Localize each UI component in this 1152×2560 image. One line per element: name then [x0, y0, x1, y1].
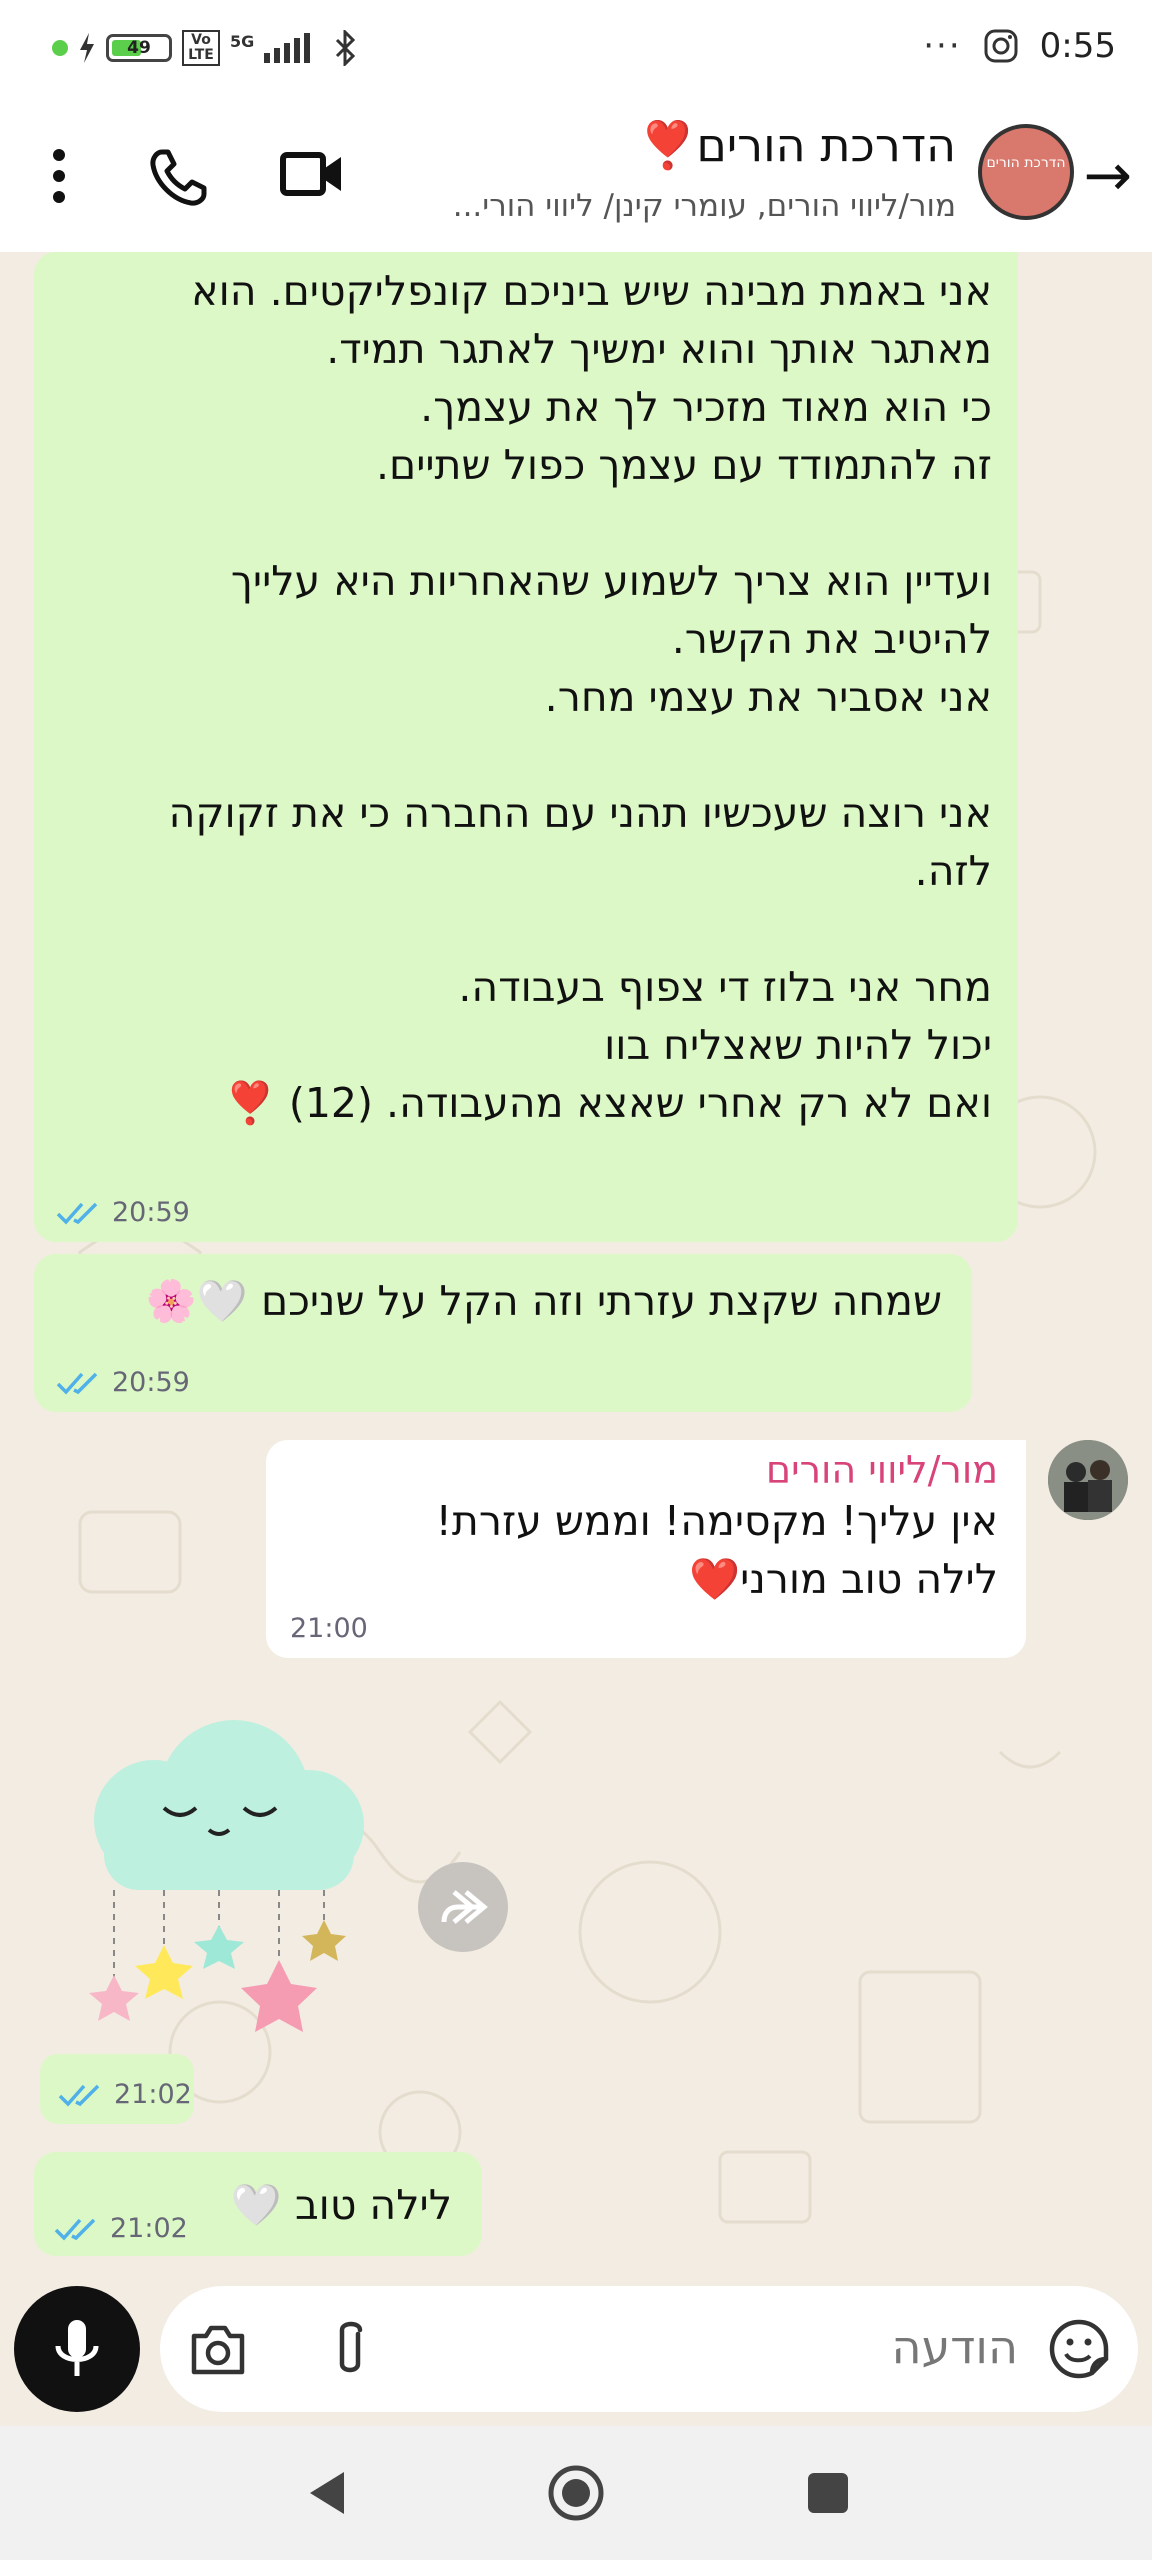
network-label: 5G — [230, 31, 255, 51]
sender-name: מור/ליווי הורים — [765, 1448, 998, 1492]
chat-participants[interactable]: מור/ליווי הורים, עומרי קינן/ ליווי הורי.… — [453, 188, 956, 224]
message-meta: 20:59 — [56, 1367, 190, 1398]
message-time: 20:59 — [112, 1367, 190, 1398]
nav-home-icon[interactable] — [547, 2464, 605, 2522]
status-bar: 49 Vo LTE 5G ··· 0:55 — [0, 0, 1152, 108]
charging-icon — [80, 33, 94, 63]
group-avatar[interactable]: הדרכת הורים — [978, 124, 1074, 220]
instagram-icon — [984, 29, 1018, 63]
group-avatar-text: הדרכת הורים — [986, 155, 1066, 171]
message-text: שמחה שקצת עזרתי וזה הקל על שניכם 🤍🌸 — [145, 1277, 942, 1325]
emoji-sticker-icon[interactable] — [1048, 2318, 1110, 2380]
outgoing-message[interactable]: שמחה שקצת עזרתי וזה הקל על שניכם 🤍🌸 20:5… — [34, 1254, 972, 1412]
system-nav-bar — [0, 2426, 1152, 2560]
message-input[interactable]: הודעה — [160, 2286, 1138, 2412]
back-arrow-icon[interactable]: → — [1083, 146, 1132, 204]
clock: 0:55 — [1039, 26, 1116, 66]
nav-back-icon[interactable] — [304, 2468, 348, 2518]
outgoing-message[interactable]: אני באמת מבינה שיש ביניכם קונפליקטים. הו… — [34, 252, 1018, 1242]
message-meta: 21:02 — [58, 2079, 192, 2110]
message-meta: 20:59 — [56, 1197, 190, 1228]
forward-button[interactable] — [418, 1862, 508, 1952]
forward-icon — [441, 1890, 488, 1924]
overflow-icon: ··· — [923, 26, 962, 66]
video-call-icon[interactable] — [280, 148, 344, 200]
camera-icon[interactable] — [188, 2324, 248, 2376]
voice-call-icon[interactable] — [148, 148, 208, 208]
bluetooth-icon — [336, 30, 356, 66]
attach-icon[interactable] — [330, 2320, 370, 2380]
read-receipt-icon — [56, 1202, 98, 1225]
outgoing-message[interactable]: לילה טוב 🤍 21:02 — [34, 2152, 482, 2256]
message-time: 21:00 — [290, 1613, 368, 1644]
battery-icon: 49 — [106, 34, 172, 62]
microphone-icon — [55, 2320, 99, 2376]
chat-title-emoji: ❣️ — [639, 118, 697, 172]
message-meta: 21:00 — [290, 1613, 368, 1644]
message-text: אני באמת מבינה שיש ביניכם קונפליקטים. הו… — [168, 267, 992, 1127]
message-time: 21:02 — [114, 2079, 192, 2110]
sticker-meta-bubble: 21:02 — [40, 2054, 194, 2124]
message-text: אין עליך! מקסימה! וממש עזרת! לילה טוב מו… — [435, 1497, 998, 1603]
read-receipt-icon — [56, 1372, 98, 1395]
more-options-icon[interactable] — [52, 148, 66, 204]
chat-area[interactable]: אני באמת מבינה שיש ביניכם קונפליקטים. הו… — [0, 252, 1152, 2282]
message-meta: 21:02 — [54, 2213, 188, 2244]
sleeping-cloud-sticker[interactable] — [44, 1700, 404, 2060]
voice-record-button[interactable] — [14, 2286, 140, 2412]
signal-icon — [264, 33, 311, 63]
chat-header: → הדרכת הורים הדרכת הורים❣️ מור/ליווי הו… — [0, 108, 1152, 253]
status-left: 49 Vo LTE 5G — [52, 30, 358, 66]
message-placeholder: הודעה — [891, 2320, 1018, 2374]
status-right: ··· 0:55 — [923, 26, 1116, 66]
battery-level: 49 — [127, 38, 151, 58]
read-receipt-icon — [54, 2218, 96, 2241]
volte-label: Vo LTE — [182, 30, 220, 66]
recording-dot-icon — [52, 40, 68, 56]
chat-title[interactable]: הדרכת הורים❣️ — [639, 118, 956, 173]
sender-avatar-photo — [1048, 1440, 1128, 1520]
message-time: 20:59 — [112, 1197, 190, 1228]
read-receipt-icon — [58, 2084, 100, 2107]
nav-recents-icon[interactable] — [806, 2471, 850, 2515]
chat-title-text: הדרכת הורים — [696, 118, 956, 172]
sender-avatar[interactable] — [1048, 1440, 1128, 1520]
incoming-message[interactable]: מור/ליווי הורים אין עליך! מקסימה! וממש ע… — [266, 1440, 1026, 1658]
message-time: 21:02 — [110, 2213, 188, 2244]
